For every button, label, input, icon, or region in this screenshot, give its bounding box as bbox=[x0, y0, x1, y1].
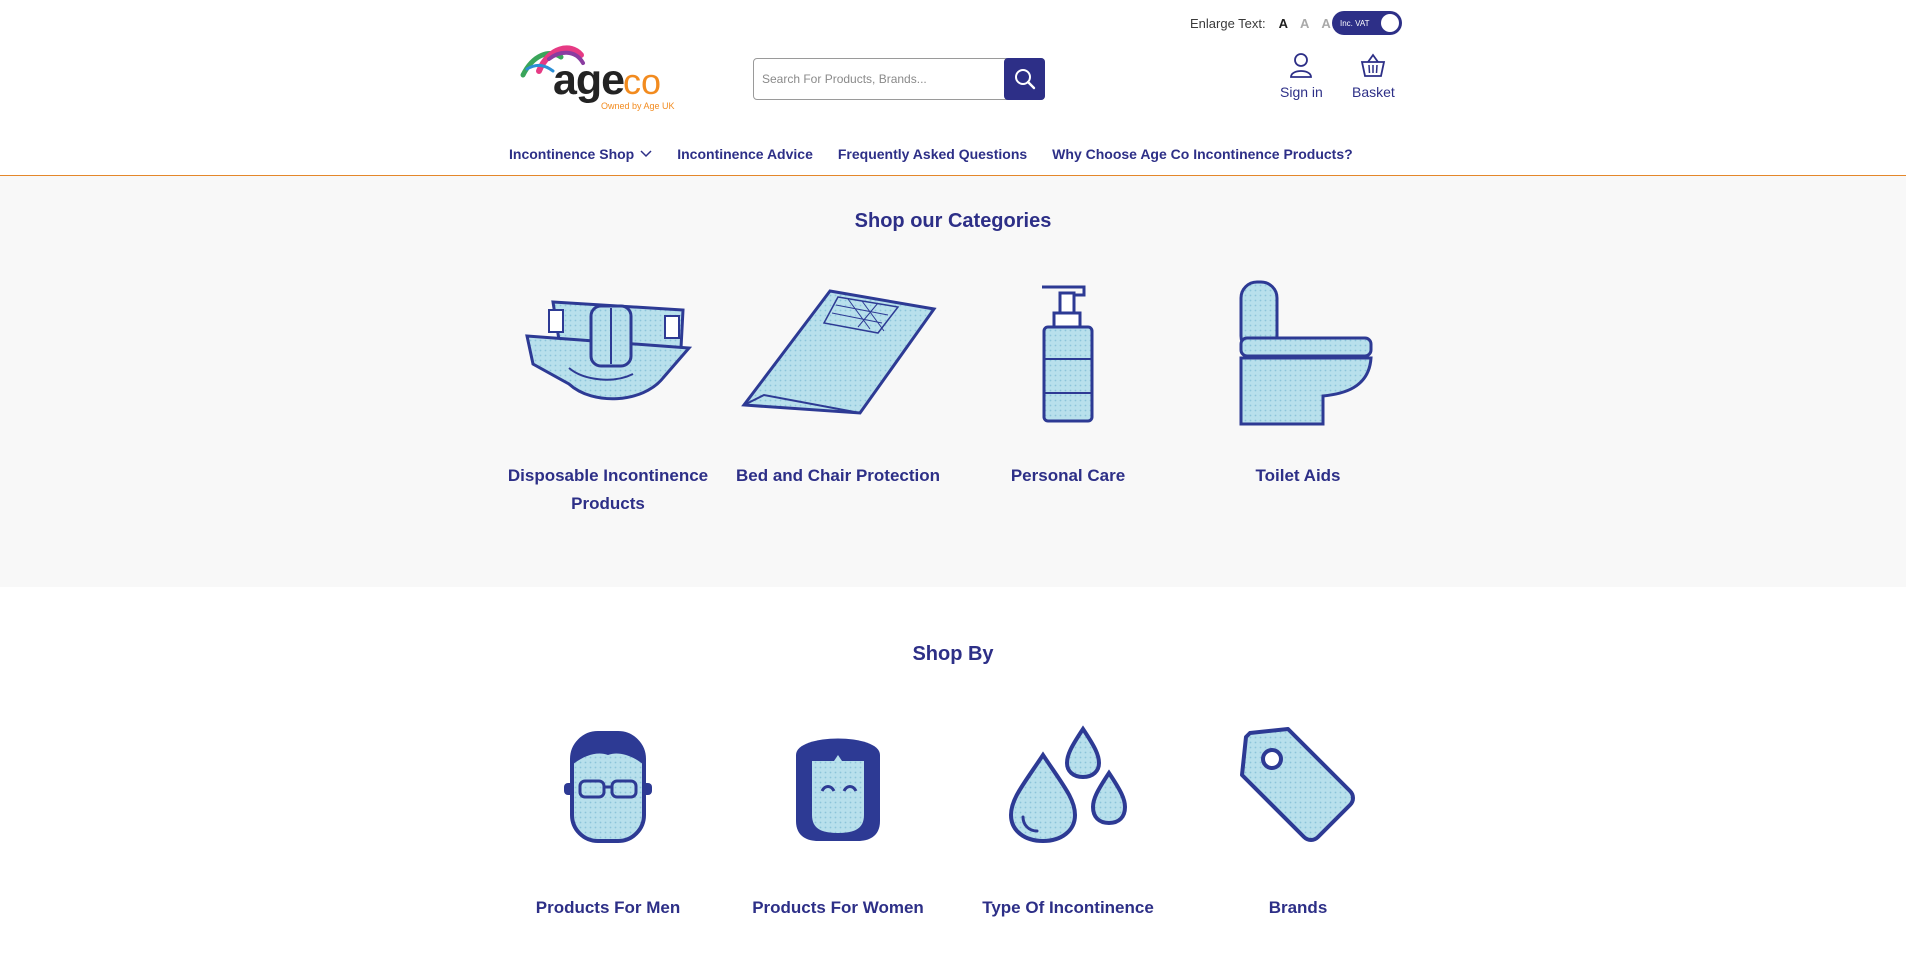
nav-label: Incontinence Advice bbox=[677, 146, 813, 162]
shop-by-label: Products For Women bbox=[752, 898, 924, 917]
vat-toggle-label: Inc. VAT bbox=[1340, 18, 1370, 28]
basket-icon bbox=[1361, 53, 1386, 77]
nav-faq[interactable]: Frequently Asked Questions bbox=[838, 146, 1027, 162]
shop-by-card-type[interactable]: Type Of Incontinence bbox=[963, 710, 1173, 922]
logo-tagline: Owned by Age UK bbox=[601, 101, 675, 111]
nav-label: Why Choose Age Co Incontinence Products? bbox=[1052, 146, 1353, 162]
shop-by-card-men[interactable]: Products For Men bbox=[503, 710, 713, 922]
toggle-knob bbox=[1381, 14, 1399, 32]
enlarge-text-control: Enlarge Text: A A A bbox=[1190, 12, 1334, 34]
toilet-icon bbox=[1239, 280, 1373, 426]
nav-label: Frequently Asked Questions bbox=[837, 146, 1028, 162]
nav-incontinence-shop[interactable]: Incontinence Shop bbox=[509, 146, 652, 162]
vat-toggle[interactable]: Inc. VAT bbox=[1332, 11, 1402, 35]
category-card-personal-care[interactable]: Personal Care bbox=[963, 278, 1173, 490]
user-icon bbox=[1290, 53, 1313, 78]
woman-face-icon bbox=[796, 738, 880, 841]
categories-title: Shop our Categories bbox=[854, 210, 1052, 232]
category-card-bed-chair[interactable]: Bed and Chair Protection bbox=[733, 278, 943, 490]
page: { "header": { "enlarge_label": "Enlarge … bbox=[0, 0, 1906, 963]
text-size-small-button[interactable]: A bbox=[1276, 16, 1291, 31]
soap-dispenser-icon bbox=[1042, 285, 1094, 423]
sign-in-label: Sign in bbox=[1280, 84, 1323, 100]
nav-label: Incontinence Shop bbox=[509, 146, 635, 162]
categories-section bbox=[0, 176, 1906, 587]
sign-in-link[interactable]: Sign in bbox=[1280, 52, 1323, 100]
droplets-icon bbox=[1008, 725, 1128, 844]
text-size-medium-button[interactable]: A bbox=[1297, 16, 1312, 31]
search-input[interactable] bbox=[762, 69, 992, 89]
search-box bbox=[753, 58, 1045, 100]
shop-by-label: Brands bbox=[1268, 898, 1328, 917]
category-label: Personal Care bbox=[1010, 466, 1126, 485]
category-card-disposable[interactable]: Disposable Incontinence Products bbox=[503, 278, 713, 518]
category-label: Bed and Chair Protection bbox=[735, 466, 941, 485]
logo-co-text: co bbox=[623, 61, 662, 102]
category-label: Disposable Incontinence Products bbox=[507, 466, 709, 513]
shop-by-label: Type Of Incontinence bbox=[982, 898, 1154, 917]
ageco-logo[interactable]: age co Owned by Age UK bbox=[519, 41, 679, 115]
shop-by-title: Shop By bbox=[912, 643, 994, 665]
logo-age-text: age bbox=[553, 56, 625, 104]
basket-link[interactable]: Basket bbox=[1352, 52, 1395, 100]
category-label: Toilet Aids bbox=[1255, 466, 1341, 485]
nav-why-choose[interactable]: Why Choose Age Co Incontinence Products? bbox=[1052, 146, 1353, 162]
enlarge-text-label: Enlarge Text: bbox=[1190, 15, 1266, 31]
search-button[interactable] bbox=[1004, 58, 1045, 100]
search-icon bbox=[1014, 69, 1035, 90]
basket-label: Basket bbox=[1352, 84, 1395, 100]
nav-incontinence-advice[interactable]: Incontinence Advice bbox=[677, 146, 813, 162]
category-card-toilet-aids[interactable]: Toilet Aids bbox=[1193, 278, 1403, 490]
main-nav: Incontinence Shop Incontinence Advice Fr… bbox=[509, 146, 1378, 162]
nappy-icon bbox=[525, 300, 693, 401]
chevron-down-icon bbox=[640, 150, 652, 158]
man-face-icon bbox=[564, 731, 652, 843]
shop-by-card-women[interactable]: Products For Women bbox=[733, 710, 943, 922]
shop-by-card-brands[interactable]: Brands bbox=[1193, 710, 1403, 922]
bed-pad-icon bbox=[741, 289, 937, 415]
price-tag-icon bbox=[1240, 727, 1355, 842]
shop-by-label: Products For Men bbox=[535, 898, 681, 917]
